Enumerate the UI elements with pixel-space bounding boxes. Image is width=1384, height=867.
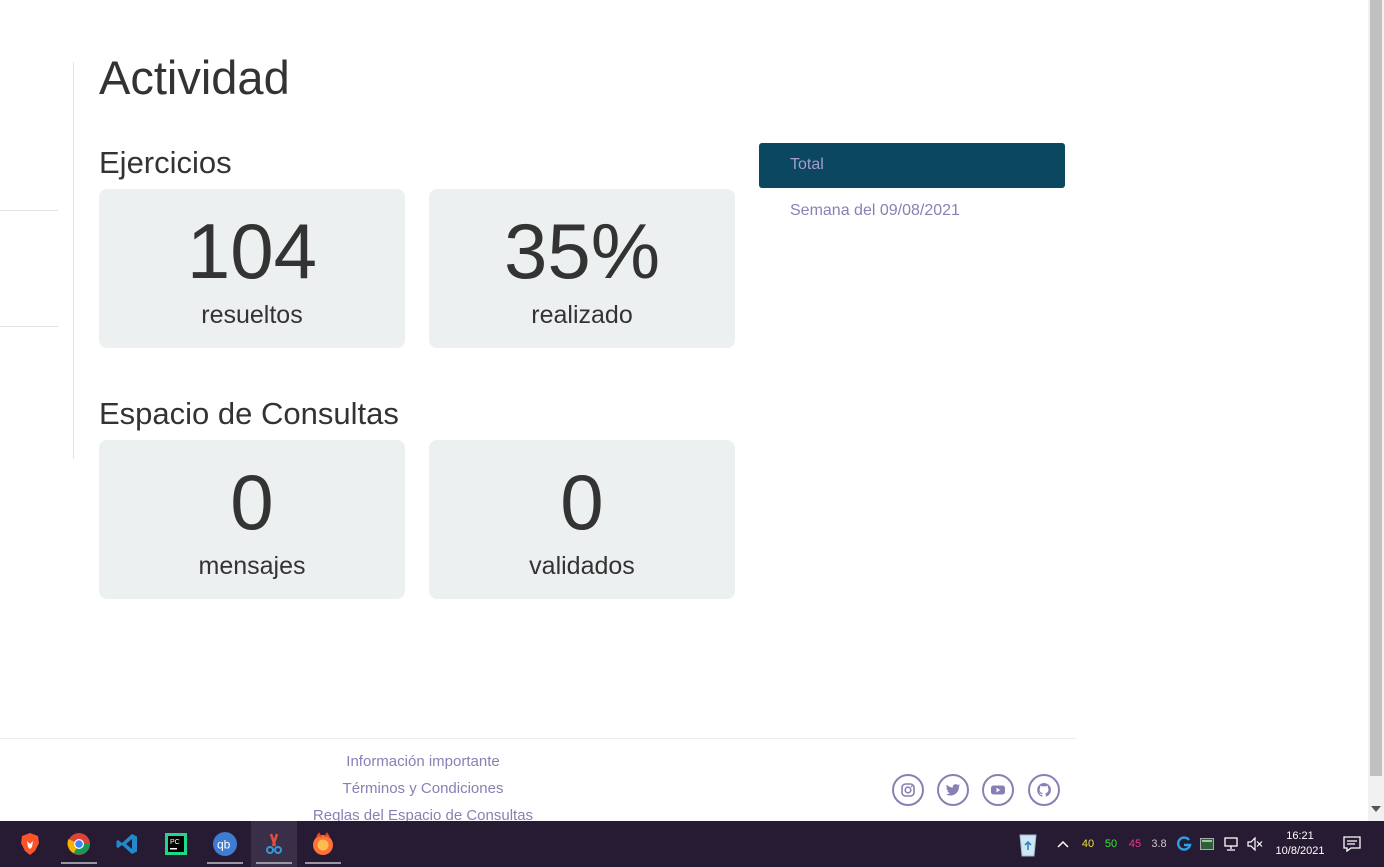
- section-title-ejercicios: Ejercicios: [99, 145, 232, 180]
- recycle-bin-icon[interactable]: [1012, 821, 1044, 867]
- running-indicator: [61, 862, 97, 864]
- qbittorrent-icon[interactable]: qb: [202, 821, 248, 867]
- svg-text:PC: PC: [170, 839, 180, 846]
- stat-value: 35%: [503, 207, 661, 295]
- footer-link-reglas[interactable]: Reglas del Espacio de Consultas: [273, 807, 573, 821]
- stat-label: realizado: [531, 301, 633, 329]
- tray-stat-4: 3.8: [1151, 838, 1167, 850]
- stat-label: mensajes: [198, 552, 306, 580]
- running-indicator: [256, 862, 292, 864]
- logitech-g-icon[interactable]: [1175, 821, 1193, 867]
- instagram-icon[interactable]: [892, 774, 924, 806]
- sidebar-divider: [0, 210, 58, 211]
- tray-stat-2: 50: [1104, 838, 1118, 850]
- firefox-icon[interactable]: [300, 821, 346, 867]
- snipping-tool-icon[interactable]: [251, 821, 297, 867]
- taskbar: PC qb 40 50 45 3.8 16:21 10/8/2021: [0, 821, 1384, 867]
- volume-muted-icon[interactable]: [1246, 821, 1264, 867]
- tab-semana[interactable]: Semana del 09/08/2021: [790, 202, 960, 220]
- stat-value: 104: [186, 207, 318, 295]
- tray-stat-1: 40: [1081, 838, 1095, 850]
- stat-label: validados: [529, 552, 635, 580]
- sidebar-divider: [0, 326, 58, 327]
- page: Actividad Ejercicios 104 resueltos 35% r…: [0, 0, 1368, 821]
- clock-date: 10/8/2021: [1275, 845, 1325, 857]
- scrollbar-thumb[interactable]: [1370, 0, 1382, 776]
- scrollbar[interactable]: [1368, 0, 1384, 821]
- twitter-icon[interactable]: [937, 774, 969, 806]
- footer-link-terminos[interactable]: Términos y Condiciones: [273, 780, 573, 797]
- brave-icon[interactable]: [7, 821, 53, 867]
- stat-card-mensajes: 0 mensajes: [99, 440, 405, 599]
- pycharm-icon[interactable]: PC: [153, 821, 199, 867]
- svg-text:qb: qb: [217, 838, 231, 852]
- running-indicator: [207, 862, 243, 864]
- clock[interactable]: 16:21 10/8/2021: [1270, 829, 1330, 859]
- scroll-down-arrow-icon[interactable]: [1371, 806, 1381, 812]
- footer-divider: [0, 738, 1076, 739]
- stat-card-resueltos: 104 resueltos: [99, 189, 405, 348]
- stat-card-validados: 0 validados: [429, 440, 735, 599]
- youtube-icon[interactable]: [982, 774, 1014, 806]
- footer-link-info[interactable]: Información importante: [273, 753, 573, 770]
- stat-card-realizado: 35% realizado: [429, 189, 735, 348]
- clock-time: 16:21: [1286, 830, 1314, 842]
- terminal-app-icon[interactable]: [1199, 821, 1215, 867]
- network-icon[interactable]: [1222, 821, 1240, 867]
- stat-value: 0: [230, 458, 274, 546]
- tray-stat-3: 45: [1128, 838, 1142, 850]
- stat-value: 0: [560, 458, 604, 546]
- tab-label: Total: [790, 156, 824, 173]
- vertical-divider: [73, 62, 74, 459]
- tab-total[interactable]: Total: [759, 143, 1065, 188]
- section-title-consultas: Espacio de Consultas: [99, 396, 399, 431]
- stat-label: resueltos: [201, 301, 303, 329]
- running-indicator: [305, 862, 341, 864]
- github-icon[interactable]: [1028, 774, 1060, 806]
- notifications-icon[interactable]: [1342, 821, 1362, 867]
- chrome-icon[interactable]: [56, 821, 102, 867]
- show-hidden-icons-chevron-up-icon[interactable]: [1055, 821, 1071, 867]
- page-title: Actividad: [99, 51, 290, 104]
- vscode-icon[interactable]: [104, 821, 150, 867]
